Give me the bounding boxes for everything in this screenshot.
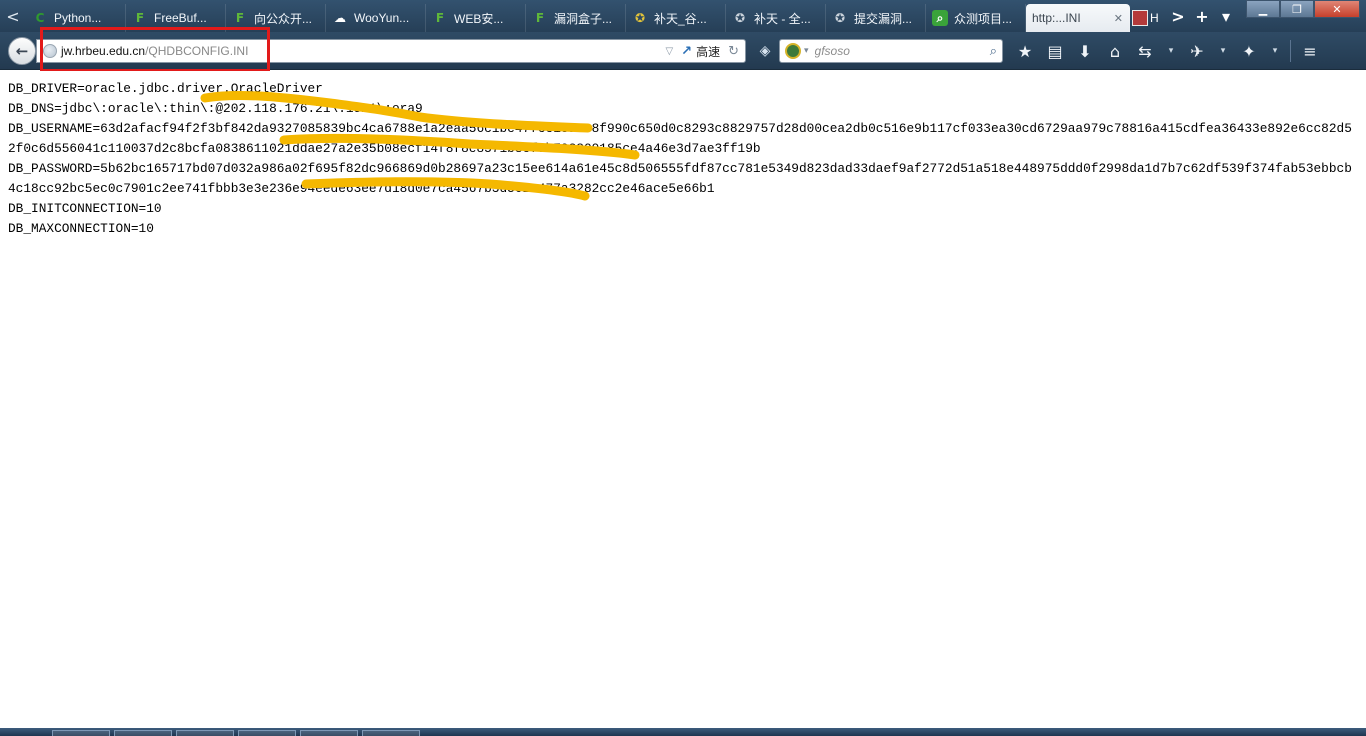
taskbar xyxy=(0,728,1366,736)
tab-label: 补天_谷... xyxy=(654,11,707,26)
url-highlight-annotation xyxy=(40,27,270,72)
speed-mode-label[interactable]: 高速 xyxy=(696,43,720,60)
taskbar-item[interactable] xyxy=(300,730,358,736)
tab-label: H xyxy=(1150,11,1159,25)
tab-partial[interactable]: H xyxy=(1130,4,1166,32)
tab-8[interactable]: ✪ 提交漏洞... xyxy=(826,4,926,32)
tab-3[interactable]: ☁ WooYun... xyxy=(326,4,426,32)
bookmark-star-icon[interactable]: ★ xyxy=(1010,38,1040,64)
extension-dropdown-icon[interactable]: ▾ xyxy=(1264,38,1286,64)
tab-label: 漏洞盒子... xyxy=(554,11,613,26)
tab-favicon-icon: C xyxy=(35,11,45,25)
tab-favicon-icon: ✪ xyxy=(834,11,846,25)
taskbar-item[interactable] xyxy=(238,730,296,736)
tab-favicon-icon: ☁ xyxy=(334,11,346,25)
tab-close-icon[interactable]: ✕ xyxy=(1114,12,1123,25)
tab-label: http:...INI xyxy=(1032,11,1081,25)
url-history-dropdown-icon[interactable]: ▽ xyxy=(665,46,673,57)
tab-9[interactable]: ⌕ 众测项目... xyxy=(926,4,1026,32)
taskbar-item[interactable] xyxy=(52,730,110,736)
bookmarks-menu-icon[interactable]: ▤ xyxy=(1040,38,1070,64)
addon-icon[interactable]: ✈ xyxy=(1182,38,1212,64)
window-controls: ▁ ❐ ✕ xyxy=(1246,0,1360,18)
taskbar-item[interactable] xyxy=(114,730,172,736)
taskbar-item[interactable] xyxy=(362,730,420,736)
sync-icon[interactable]: ⇆ xyxy=(1130,38,1160,64)
tab-5[interactable]: F 漏洞盒子... xyxy=(526,4,626,32)
page-content: DB_DRIVER=oracle.jdbc.driver.OracleDrive… xyxy=(0,71,1366,728)
new-tab-button[interactable]: + xyxy=(1190,0,1214,32)
tab-label: 提交漏洞... xyxy=(854,11,913,26)
tab-favicon-icon: ✪ xyxy=(734,11,746,25)
restore-button[interactable]: ❐ xyxy=(1280,0,1314,18)
search-input[interactable] xyxy=(814,44,990,58)
addon-dropdown-icon[interactable]: ▾ xyxy=(1212,38,1234,64)
search-bar: ▾ ⌕ xyxy=(779,39,1003,63)
config-file-text: DB_DRIVER=oracle.jdbc.driver.OracleDrive… xyxy=(8,81,1352,236)
tab-favicon-icon: ✪ xyxy=(634,11,646,25)
tab-label: FreeBuf... xyxy=(154,11,207,25)
toolbar-separator xyxy=(1290,40,1291,62)
tab-scroll-left-button[interactable]: < xyxy=(0,0,26,32)
tab-4[interactable]: F WEB安... xyxy=(426,4,526,32)
minimize-button[interactable]: ▁ xyxy=(1246,0,1280,18)
tab-label: 向公众开... xyxy=(254,11,313,26)
extension-icon[interactable]: ✦ xyxy=(1234,38,1264,64)
sync-dropdown-icon[interactable]: ▾ xyxy=(1160,38,1182,64)
download-icon[interactable]: ⬇ xyxy=(1070,38,1100,64)
site-favicon-icon xyxy=(1132,10,1148,26)
close-window-button[interactable]: ✕ xyxy=(1314,0,1360,18)
tab-label: WooYun... xyxy=(354,11,410,25)
search-icon[interactable]: ⌕ xyxy=(990,44,997,59)
tab-list-dropdown[interactable]: ▾ xyxy=(1214,0,1238,32)
taskbar-item[interactable] xyxy=(176,730,234,736)
tab-favicon-icon: F xyxy=(135,11,145,25)
home-icon[interactable]: ⌂ xyxy=(1100,38,1130,64)
search-engine-dropdown-icon[interactable]: ▾ xyxy=(804,46,809,56)
tab-active[interactable]: http:...INI ✕ xyxy=(1026,4,1130,32)
tab-favicon-icon: F xyxy=(235,11,245,25)
tab-label: WEB安... xyxy=(454,11,504,26)
tab-label: Python... xyxy=(54,11,102,25)
menu-icon[interactable]: ≡ xyxy=(1295,38,1325,64)
toolbar: ★ ▤ ⬇ ⌂ ⇆ ▾ ✈ ▾ ✦ ▾ ≡ xyxy=(1010,38,1325,64)
tab-scroll-right-button[interactable]: > xyxy=(1166,0,1190,32)
tab-favicon-icon: ⌕ xyxy=(932,10,948,26)
search-engine-icon[interactable]: ◈ xyxy=(755,39,775,63)
tab-6[interactable]: ✪ 补天_谷... xyxy=(626,4,726,32)
tab-label: 补天 - 全... xyxy=(754,11,811,26)
accelerate-icon[interactable]: ↗ xyxy=(681,44,692,59)
back-button[interactable]: ← xyxy=(8,37,36,65)
tab-favicon-icon: F xyxy=(535,11,545,25)
tab-label: 众测项目... xyxy=(954,11,1013,26)
tab-favicon-icon: F xyxy=(435,11,445,25)
search-engine-logo-icon[interactable] xyxy=(785,43,801,59)
reload-icon[interactable]: ↻ xyxy=(728,44,739,59)
tab-7[interactable]: ✪ 补天 - 全... xyxy=(726,4,826,32)
